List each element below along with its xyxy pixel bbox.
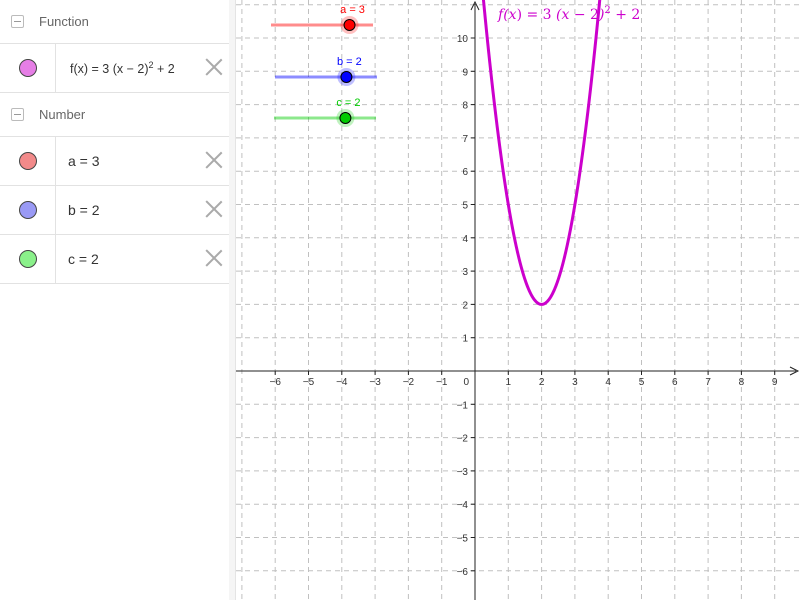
visibility-toggle[interactable]	[0, 44, 56, 92]
slider-a-label: a = 3	[340, 4, 365, 16]
collapse-icon[interactable]	[11, 108, 24, 121]
x-tick-label: 0	[463, 377, 469, 388]
slider-a-knob[interactable]	[343, 19, 356, 31]
coordinate-plane[interactable]: −6 −5 −4 −3 −2 −1 0 1 2 3 4 5 6 7 8 9 −6 −5 −4 −3 −2 −1 1 2 3 4 5 6…	[236, 0, 800, 600]
y-tick-label: −4	[457, 500, 469, 511]
y-tick-label: 1	[462, 334, 468, 345]
y-tick-label: −1	[457, 400, 469, 411]
visibility-toggle[interactable]	[0, 235, 56, 283]
function-f-label[interactable]: f(x) = 3 (x − 2)2 + 2	[497, 5, 640, 23]
x-tick-label: 1	[506, 377, 512, 388]
number-expression-b[interactable]: b = 2	[68, 202, 100, 218]
algebra-item-b[interactable]: b = 2	[0, 186, 229, 235]
x-tick-label: 4	[605, 377, 611, 388]
x-tick-label: −5	[303, 377, 315, 388]
x-tick-label: 2	[539, 377, 545, 388]
delete-icon[interactable]	[205, 200, 223, 218]
number-expression-c[interactable]: c = 2	[68, 251, 99, 267]
slider-c[interactable]: c = 2	[274, 97, 376, 127]
delete-icon[interactable]	[205, 151, 223, 169]
number-expression-a[interactable]: a = 3	[68, 153, 100, 169]
y-tick-label: 5	[462, 201, 468, 212]
y-tick-label: 10	[457, 34, 469, 45]
view-divider[interactable]	[229, 0, 236, 600]
slider-a[interactable]: a = 3	[271, 4, 373, 34]
x-tick-label: 7	[705, 377, 711, 388]
marble-c-icon[interactable]	[18, 250, 37, 268]
slider-b-knob[interactable]	[340, 71, 353, 83]
x-tick-label: −2	[403, 377, 415, 388]
slider-c-label: c = 2	[336, 97, 360, 109]
y-tick-label: 7	[462, 134, 468, 145]
x-tick-label: 6	[672, 377, 678, 388]
y-tick-label: −6	[457, 567, 469, 578]
y-tick-label: 2	[462, 300, 468, 311]
algebra-item-f[interactable]: f(x) = 3 (x − 2)2 + 2	[0, 44, 229, 93]
y-tick-label: 8	[462, 101, 468, 112]
category-number-header[interactable]: Number	[0, 93, 229, 137]
marble-f-icon[interactable]	[18, 59, 37, 77]
algebra-view: Function f(x) = 3 (x − 2)2 + 2 Number a …	[0, 0, 230, 600]
delete-icon[interactable]	[205, 58, 223, 76]
category-function-header[interactable]: Function	[0, 0, 229, 44]
y-tick-label: −2	[457, 434, 469, 445]
delete-icon[interactable]	[205, 249, 223, 267]
visibility-toggle[interactable]	[0, 137, 56, 185]
y-tick-label: 9	[462, 67, 468, 78]
x-tick-label: −4	[336, 377, 348, 388]
x-tick-label: 9	[772, 377, 778, 388]
slider-c-knob[interactable]	[339, 112, 352, 124]
marble-a-icon[interactable]	[18, 152, 37, 170]
y-tick-label: 4	[462, 234, 468, 245]
slider-b-label: b = 2	[337, 56, 362, 68]
collapse-icon[interactable]	[11, 15, 24, 28]
x-tick-label: 8	[739, 377, 745, 388]
x-tick-label: −6	[269, 377, 281, 388]
marble-b-icon[interactable]	[18, 201, 37, 219]
y-tick-label: −5	[457, 534, 469, 545]
x-tick-label: 5	[639, 377, 645, 388]
algebra-item-a[interactable]: a = 3	[0, 137, 229, 186]
y-tick-label: 6	[462, 167, 468, 178]
grid	[236, 0, 800, 600]
category-number-label: Number	[39, 107, 86, 122]
category-function-label: Function	[39, 14, 89, 29]
x-tick-label: 3	[572, 377, 578, 388]
visibility-toggle[interactable]	[0, 186, 56, 234]
y-tick-label: 3	[462, 267, 468, 278]
x-tick-label: −1	[436, 377, 448, 388]
x-tick-label: −3	[369, 377, 381, 388]
y-tick-label: −3	[457, 467, 469, 478]
function-expression[interactable]: f(x) = 3 (x − 2)2 + 2	[70, 60, 175, 76]
algebra-item-c[interactable]: c = 2	[0, 235, 229, 284]
graphics-view[interactable]: −6 −5 −4 −3 −2 −1 0 1 2 3 4 5 6 7 8 9 −6 −5 −4 −3 −2 −1 1 2 3 4 5 6…	[236, 0, 800, 600]
